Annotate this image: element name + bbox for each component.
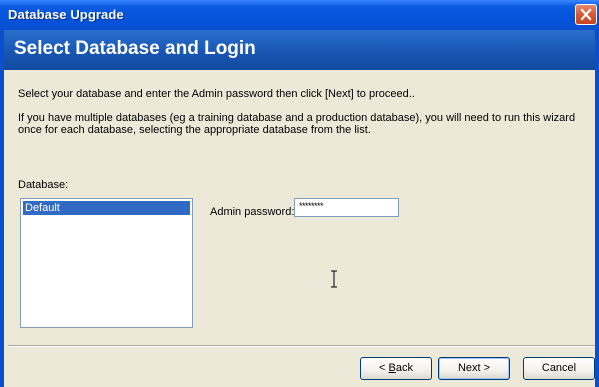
admin-password-input[interactable]: ********	[294, 198, 399, 217]
database-label: Database:	[18, 179, 69, 191]
window-title: Database Upgrade	[8, 7, 124, 22]
database-item-default[interactable]: Default	[23, 201, 190, 215]
back-hotkey: B	[388, 362, 396, 374]
note-text: If you have multiple databases (eg a tra…	[18, 112, 576, 136]
close-button[interactable]	[575, 4, 597, 25]
close-icon	[580, 8, 592, 21]
database-listbox[interactable]: Default	[20, 198, 193, 328]
window-frame-right	[595, 30, 599, 387]
cancel-button[interactable]: Cancel	[523, 357, 595, 380]
back-button[interactable]: < Back	[360, 357, 432, 380]
page-heading: Select Database and Login	[14, 38, 256, 59]
instruction-text: Select your database and enter the Admin…	[18, 88, 415, 100]
button-separator	[8, 345, 595, 347]
next-button[interactable]: Next >	[438, 357, 510, 380]
admin-password-label: Admin password:	[210, 206, 295, 218]
dialog-window: Database Upgrade Select Database and Log…	[0, 0, 599, 387]
wizard-content: Select your database and enter the Admin…	[4, 70, 595, 387]
back-rest: ack	[395, 362, 413, 374]
text-cursor-icon	[331, 270, 337, 288]
back-prefix: <	[379, 362, 389, 374]
header-banner: Select Database and Login	[4, 30, 595, 70]
title-bar[interactable]: Database Upgrade	[0, 0, 599, 30]
